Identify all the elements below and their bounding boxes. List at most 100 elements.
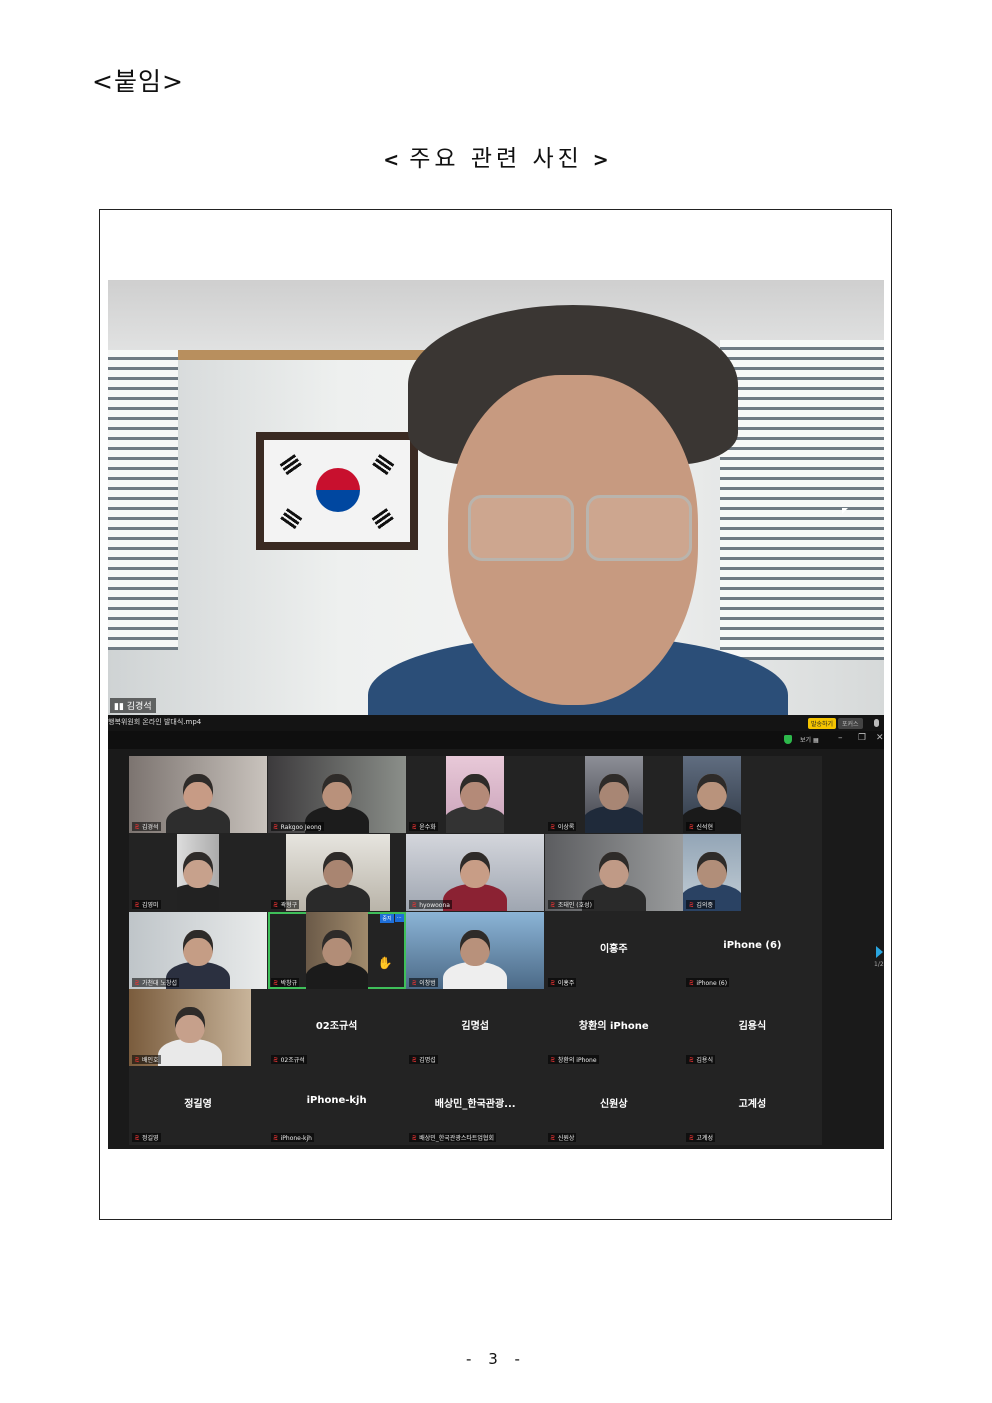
- person-head: [321, 774, 352, 810]
- person-head: [598, 851, 629, 888]
- participant-display-name: 이홍주: [599, 943, 628, 955]
- participant-tile[interactable]: ミ 신석현: [683, 756, 822, 833]
- gallery-grid: ミ 김경석 ミ Rakgoo Jeong ミ 윤수화 ミ 이상록 ミ 신석현 ミ 김영미 ミ 곽형구 ミ hy…: [129, 756, 822, 1145]
- speaker-name: 김경석: [126, 702, 152, 712]
- person-head: [697, 851, 728, 888]
- restore-button[interactable]: ❐: [858, 733, 866, 743]
- person-body: [584, 806, 643, 833]
- participant-tile[interactable]: 배상민_한국관광... ミ 배상민_한국관광스타트업협회: [406, 1067, 545, 1145]
- person-body: [305, 883, 370, 911]
- participant-name-label: ミ 김의중: [686, 899, 715, 909]
- participant-name-label: ミ 창환의 iPhone: [547, 1055, 599, 1065]
- record-badge[interactable]: 발송하기: [808, 718, 837, 729]
- participant-tile[interactable]: 신원상 ミ 신원상: [544, 1067, 683, 1145]
- participant-name: 김명섭: [419, 1057, 436, 1065]
- participant-display-name: iPhone-kjh: [306, 1095, 367, 1107]
- participant-tile[interactable]: 김명섭 ミ 김명섭: [406, 989, 545, 1067]
- more-options-button[interactable]: ···: [394, 913, 404, 922]
- next-page-icon[interactable]: [876, 946, 883, 958]
- muted-mic-icon: ミ: [549, 824, 556, 831]
- participant-name: 신석현: [696, 824, 713, 831]
- participant-display-name: 창환의 iPhone: [578, 1021, 649, 1033]
- participant-name: 조태인 (호성): [557, 901, 593, 909]
- person-head: [183, 851, 213, 888]
- view-button[interactable]: 보기 ▦: [800, 735, 819, 744]
- person-head: [460, 929, 491, 966]
- muted-mic-icon: ミ: [272, 1057, 279, 1065]
- participant-name-label: ミ 김명섭: [409, 1055, 438, 1065]
- participant-display-name: 배상민_한국관광...: [434, 1099, 516, 1111]
- participant-name-label: ミ 박창규: [270, 977, 300, 987]
- participant-name: 배인호: [142, 1057, 159, 1065]
- participant-tile[interactable]: ミ 이상록: [544, 756, 683, 833]
- photo-heading: < 주요 관련 사진 >: [0, 139, 992, 173]
- participant-name: 고계성: [696, 1135, 713, 1143]
- participant-tile[interactable]: ミ Rakgoo Jeong: [267, 756, 406, 833]
- signal-icon: ▮▮: [114, 702, 127, 712]
- participant-name-label: ミ 배상민_한국관광스타트업협회: [409, 1133, 496, 1143]
- participant-tile[interactable]: ミ 김의중: [683, 833, 822, 911]
- participant-name: 창환의 iPhone: [557, 1057, 597, 1065]
- participant-display-name: iPhone (6): [723, 939, 782, 951]
- muted-mic-icon: ミ: [134, 901, 141, 909]
- heading-text: 주요 관련 사진: [409, 146, 583, 172]
- participant-tile[interactable]: ミ 가천대 노창섭: [129, 911, 267, 989]
- participant-tile[interactable]: ミ hyowoona: [406, 833, 545, 911]
- participant-name: 김경석: [142, 824, 159, 831]
- participant-name: 김영미: [142, 901, 159, 909]
- muted-mic-icon: ミ: [411, 1057, 418, 1065]
- participant-tile[interactable]: ミ 윤수화: [406, 756, 545, 833]
- participant-tile[interactable]: iPhone-kjh ミ iPhone-kjh: [267, 1067, 406, 1145]
- muted-mic-icon: ミ: [411, 901, 418, 909]
- person-body: [305, 961, 368, 989]
- muted-mic-icon: ミ: [411, 824, 418, 831]
- participant-name-label: ミ 배인호: [132, 1055, 161, 1065]
- participant-tile[interactable]: 고계성 ミ 고계성: [683, 1067, 822, 1145]
- participant-tile[interactable]: 창환의 iPhone ミ 창환의 iPhone: [544, 989, 683, 1067]
- participant-name-label: ミ 이상록: [547, 822, 577, 831]
- trigram: [371, 508, 395, 530]
- participant-tile[interactable]: 이홍주 ミ 이홍주: [544, 911, 683, 989]
- participant-tile[interactable]: ミ 곽형구: [267, 833, 406, 911]
- participant-name-label: ミ 곽형구: [270, 899, 300, 909]
- muted-mic-icon: ミ: [411, 1135, 418, 1143]
- focus-button[interactable]: 포커스: [838, 718, 863, 729]
- participant-name: 신원상: [557, 1135, 575, 1143]
- minimize-button[interactable]: –: [838, 733, 843, 743]
- participant-tile[interactable]: 02조규석 ミ 02조규석: [267, 989, 406, 1067]
- raised-hand-icon: ✋: [377, 955, 393, 970]
- participant-tile[interactable]: ミ 이창범: [406, 911, 545, 989]
- participant-video: [177, 833, 219, 911]
- person-body: [443, 883, 508, 911]
- muted-mic-icon: ミ: [411, 979, 418, 987]
- participant-name: 배상민_한국관광스타트업협회: [419, 1135, 494, 1143]
- muted-mic-icon: ミ: [688, 979, 695, 987]
- person-body: [443, 961, 508, 989]
- participant-display-name: 김용식: [738, 1021, 767, 1033]
- mic-icon[interactable]: [874, 719, 879, 727]
- participant-tile[interactable]: 김용식 ミ 김용식: [683, 989, 822, 1067]
- participant-tile[interactable]: ミ 김경석: [129, 756, 267, 833]
- close-button[interactable]: ✕: [876, 733, 884, 743]
- participant-display-name: 김명섭: [461, 1021, 489, 1033]
- participant-tile[interactable]: iPhone (6) ミ iPhone (6): [683, 911, 822, 989]
- window-blinds-right: [720, 340, 884, 660]
- participant-tile[interactable]: ミ 김영미: [129, 833, 267, 911]
- participant-video: [305, 911, 368, 989]
- participant-tile[interactable]: ✋ 중지 ··· ミ 박창규: [267, 911, 406, 989]
- participant-tile[interactable]: ミ 배인호: [129, 989, 267, 1067]
- stop-video-button[interactable]: 중지: [380, 913, 394, 923]
- muted-mic-icon: ミ: [549, 979, 556, 987]
- person-head: [322, 851, 353, 888]
- shield-icon[interactable]: [784, 735, 792, 744]
- participant-name: Rakgoo Jeong: [280, 824, 322, 831]
- muted-mic-icon: ミ: [134, 1057, 141, 1065]
- participant-name: 이창범: [419, 979, 436, 987]
- muted-mic-icon: ミ: [134, 979, 141, 987]
- participant-tile[interactable]: ミ 조태인 (호성): [544, 833, 683, 911]
- person-head: [175, 1007, 205, 1044]
- muted-mic-icon: ミ: [549, 901, 556, 909]
- participant-tile[interactable]: 정길영 ミ 정길영: [129, 1067, 267, 1145]
- speaker-video: ▮▮ 김경석: [108, 280, 884, 715]
- participant-name-label: ミ 신원상: [547, 1133, 577, 1143]
